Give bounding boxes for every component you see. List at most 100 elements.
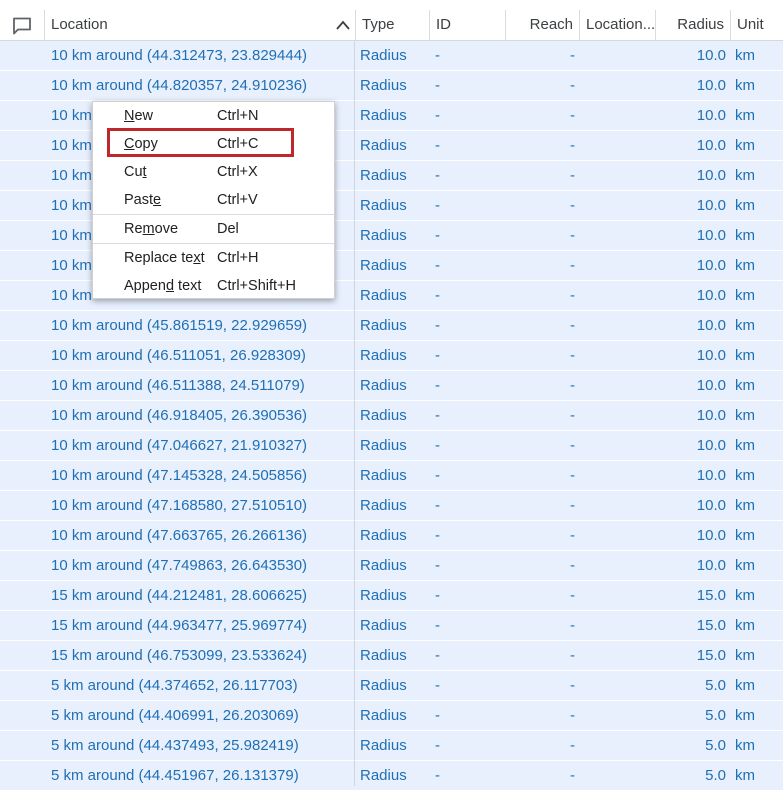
header-radius[interactable]: Radius [655, 10, 730, 40]
reach-cell: - [570, 107, 575, 124]
unit-cell: km [735, 287, 755, 304]
id-cell: - [435, 527, 440, 544]
reach-cell: - [570, 137, 575, 154]
table-row[interactable]: 10 km around (47.663765, 26.266136) Radiu… [0, 521, 783, 551]
type-cell: Radius [360, 527, 407, 544]
table-row[interactable]: 10 km around (44.820357, 24.910236) Radiu… [0, 71, 783, 101]
radius-cell: 10.0 [696, 317, 726, 334]
id-cell: - [435, 347, 440, 364]
type-cell: Radius [360, 317, 407, 334]
id-cell: - [435, 227, 440, 244]
header-unit-label: Unit [737, 16, 764, 33]
radius-cell: 10.0 [696, 257, 726, 274]
id-cell: - [435, 587, 440, 604]
radius-cell: 10.0 [696, 407, 726, 424]
menu-item-paste[interactable]: Paste Ctrl+V [93, 186, 334, 214]
menu-item-replace-text[interactable]: Replace text Ctrl+H [93, 244, 334, 272]
header-reach-label: Reach [529, 16, 573, 33]
grid-header: Location Type ID Reach Location... Radiu… [0, 10, 783, 41]
menu-item-label: New [124, 108, 154, 124]
location-cell: 5 km around (44.374652, 26.117703) [51, 677, 298, 694]
comment-column-header[interactable] [0, 10, 44, 40]
header-unit[interactable]: Unit [730, 10, 783, 40]
table-row[interactable]: 10 km around (46.511388, 24.511079) Radiu… [0, 371, 783, 401]
table-row[interactable]: 10 km around (47.749863, 26.643530) Radiu… [0, 551, 783, 581]
reach-cell: - [570, 197, 575, 214]
type-cell: Radius [360, 647, 407, 664]
radius-cell: 10.0 [696, 497, 726, 514]
menu-item-shortcut: Ctrl+X [217, 164, 258, 180]
table-row[interactable]: 10 km around (47.046627, 21.910327) Radiu… [0, 431, 783, 461]
table-row[interactable]: 10 km around (46.918405, 26.390536) Radiu… [0, 401, 783, 431]
table-row[interactable]: 5 km around (44.437493, 25.982419) Radius… [0, 731, 783, 761]
header-type[interactable]: Type [355, 10, 429, 40]
radius-cell: 10.0 [696, 437, 726, 454]
table-row[interactable]: 5 km around (44.406991, 26.203069) Radius… [0, 701, 783, 731]
table-row[interactable]: 5 km around (44.451967, 26.131379) Radius… [0, 761, 783, 791]
unit-cell: km [735, 377, 755, 394]
location-cell: 5 km around (44.406991, 26.203069) [51, 707, 299, 724]
unit-cell: km [735, 437, 755, 454]
location-cell: 10 km around (46.511388, 24.511079) [51, 377, 305, 394]
location-cell: 10 km around (46.511051, 26.928309) [51, 347, 306, 364]
location-cell: 10 km around (47.145328, 24.505856) [51, 467, 308, 484]
unit-cell: km [735, 107, 755, 124]
header-radius-label: Radius [677, 16, 724, 33]
header-reach[interactable]: Reach [505, 10, 579, 40]
table-row[interactable]: 5 km around (44.374652, 26.117703) Radius… [0, 671, 783, 701]
location-cell: 10 km [51, 287, 92, 304]
unit-cell: km [735, 557, 755, 574]
type-cell: Radius [360, 467, 407, 484]
type-cell: Radius [360, 137, 407, 154]
location-cell: 5 km around (44.437493, 25.982419) [51, 737, 299, 754]
table-row[interactable]: 15 km around (46.753099, 23.533624) Radiu… [0, 641, 783, 671]
header-location[interactable]: Location [44, 10, 355, 40]
id-cell: - [435, 407, 440, 424]
id-cell: - [435, 617, 440, 634]
table-row[interactable]: 10 km around (47.168580, 27.510510) Radiu… [0, 491, 783, 521]
id-cell: - [435, 497, 440, 514]
id-cell: - [435, 467, 440, 484]
menu-item-shortcut: Ctrl+Shift+H [217, 278, 296, 294]
id-cell: - [435, 47, 440, 64]
location-cell: 10 km [51, 257, 92, 274]
reach-cell: - [570, 407, 575, 424]
location-cell: 15 km around (46.753099, 23.533624) [51, 647, 308, 664]
header-id[interactable]: ID [429, 10, 505, 40]
header-location-groups[interactable]: Location... [579, 10, 655, 40]
reach-cell: - [570, 587, 575, 604]
radius-cell: 10.0 [696, 377, 726, 394]
table-row[interactable]: 10 km around (45.861519, 22.929659) Radiu… [0, 311, 783, 341]
menu-item-append-text[interactable]: Append text Ctrl+Shift+H [93, 272, 334, 300]
table-row[interactable]: 10 km around (47.145328, 24.505856) Radiu… [0, 461, 783, 491]
reach-cell: - [570, 677, 575, 694]
radius-cell: 5.0 [705, 677, 726, 694]
radius-cell: 10.0 [696, 137, 726, 154]
location-cell: 10 km around (47.046627, 21.910327) [51, 437, 308, 454]
menu-item-copy[interactable]: Copy Ctrl+C [93, 130, 334, 158]
radius-cell: 10.0 [696, 227, 726, 244]
id-cell: - [435, 437, 440, 454]
radius-cell: 10.0 [696, 77, 726, 94]
radius-cell: 10.0 [696, 287, 726, 304]
unit-cell: km [735, 467, 755, 484]
table-row[interactable]: 15 km around (44.963477, 25.969774) Radiu… [0, 611, 783, 641]
table-row[interactable]: 15 km around (44.212481, 28.606625) Radiu… [0, 581, 783, 611]
type-cell: Radius [360, 197, 407, 214]
reach-cell: - [570, 707, 575, 724]
unit-cell: km [735, 647, 755, 664]
menu-item-new[interactable]: New Ctrl+N [93, 102, 334, 130]
chevron-up-icon[interactable] [335, 19, 351, 31]
radius-cell: 10.0 [696, 557, 726, 574]
type-cell: Radius [360, 377, 407, 394]
unit-cell: km [735, 257, 755, 274]
table-row[interactable]: 10 km around (44.312473, 23.829444) Radiu… [0, 41, 783, 71]
unit-cell: km [735, 77, 755, 94]
radius-cell: 15.0 [696, 587, 726, 604]
id-cell: - [435, 557, 440, 574]
menu-item-cut[interactable]: Cut Ctrl+X [93, 158, 334, 186]
location-cell: 10 km around (46.918405, 26.390536) [51, 407, 308, 424]
table-row[interactable]: 10 km around (46.511051, 26.928309) Radiu… [0, 341, 783, 371]
menu-item-remove[interactable]: Remove Del [93, 215, 334, 243]
menu-item-label: Remove [124, 221, 179, 237]
